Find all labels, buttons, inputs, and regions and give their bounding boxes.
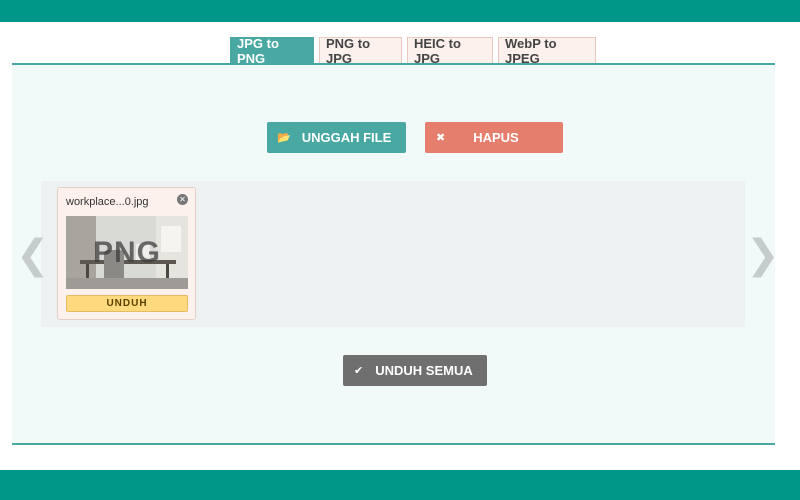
- top-header-bar: [0, 0, 800, 22]
- upload-file-label: UNGGAH FILE: [301, 130, 392, 145]
- download-all-button[interactable]: ✔ UNDUH SEMUA: [343, 355, 487, 386]
- file-card: workplace...0.jpg ✕ PNG UNDUH: [57, 187, 196, 320]
- tab-png-to-jpg[interactable]: PNG to JPG: [319, 36, 402, 66]
- download-all-label: UNDUH SEMUA: [375, 363, 473, 378]
- file-name: workplace...0.jpg: [66, 196, 149, 208]
- file-thumbnail: PNG: [66, 216, 188, 289]
- clear-button[interactable]: ✖ HAPUS: [425, 122, 563, 153]
- clear-label: HAPUS: [473, 130, 519, 145]
- chevron-left-icon[interactable]: ❮: [16, 235, 50, 275]
- converter-panel: 📂 UNGGAH FILE ✖ HAPUS ❮ ❯ workplace...0.…: [12, 63, 780, 445]
- tab-jpg-to-png[interactable]: JPG to PNG: [230, 36, 314, 66]
- close-circle-icon[interactable]: ✕: [177, 194, 188, 205]
- tab-webp-to-jpeg[interactable]: WebP to JPEG: [498, 36, 596, 66]
- chevron-right-icon[interactable]: ❯: [746, 235, 780, 275]
- upload-file-button[interactable]: 📂 UNGGAH FILE: [267, 122, 406, 153]
- converter-tabs: JPG to PNG PNG to JPG HEIC to JPG WebP t…: [230, 36, 596, 66]
- footer-bar: [0, 470, 800, 500]
- check-icon: ✔: [354, 365, 364, 377]
- folder-open-icon: 📂: [277, 132, 291, 144]
- tab-heic-to-jpg[interactable]: HEIC to JPG: [407, 36, 493, 66]
- close-icon: ✖: [436, 132, 446, 144]
- format-watermark: PNG: [92, 236, 161, 269]
- download-button[interactable]: UNDUH: [66, 295, 188, 312]
